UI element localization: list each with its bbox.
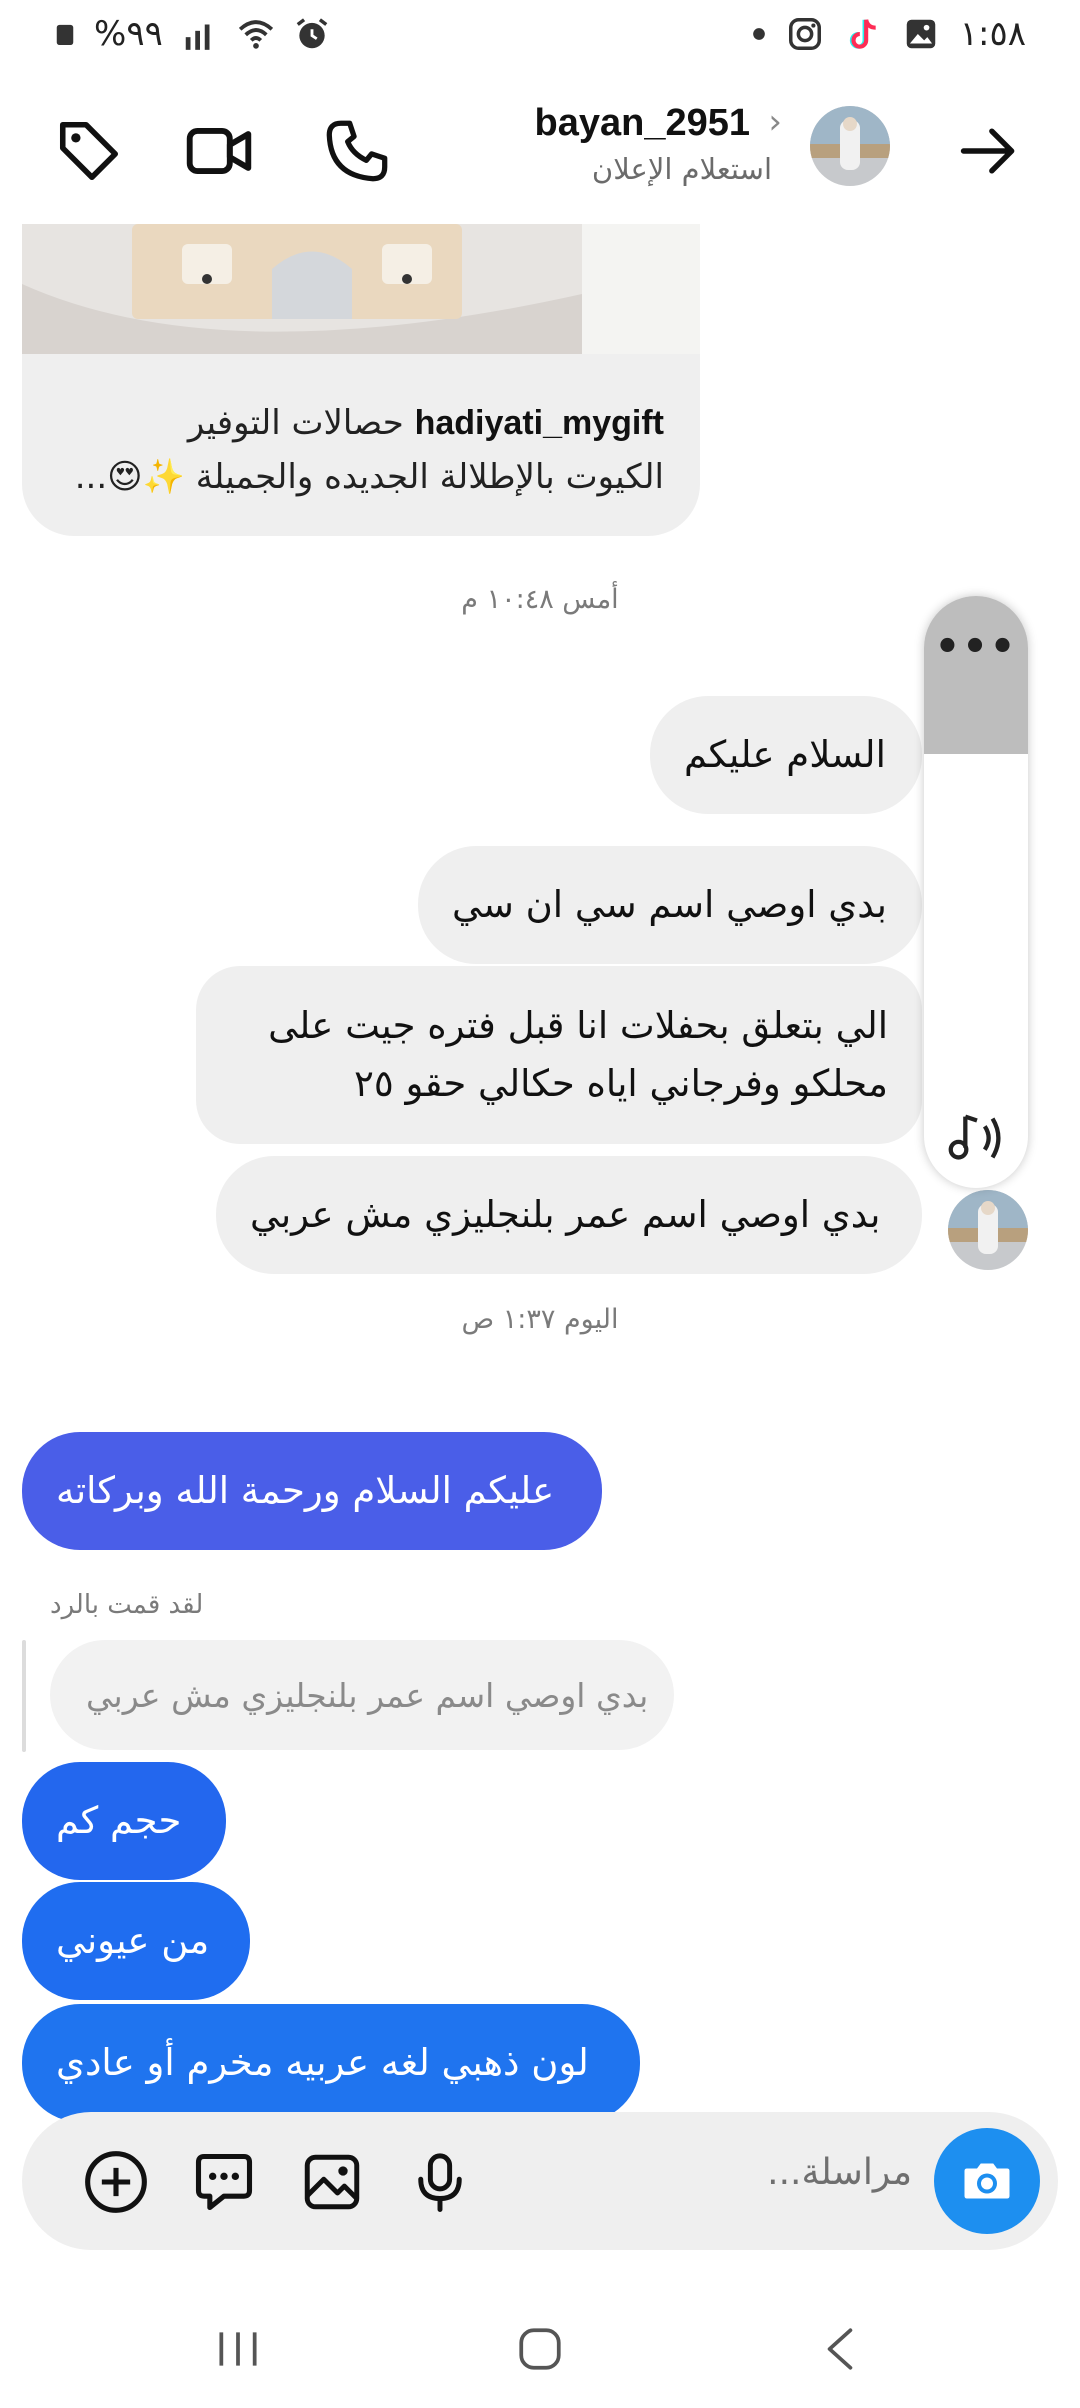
microphone-icon[interactable] bbox=[404, 2146, 476, 2218]
reply-quote[interactable]: بدي اوصي اسم عمر بلنجليزي مش عربي bbox=[50, 1640, 674, 1750]
message-bubble-in[interactable]: السلام عليكم bbox=[650, 696, 922, 814]
alarm-icon bbox=[296, 18, 328, 49]
microphone-icon-svg bbox=[418, 2153, 462, 2212]
phone-call-icon-svg bbox=[326, 120, 388, 182]
panel-header[interactable]: ••• bbox=[924, 596, 1028, 754]
chat-username[interactable]: bayan_2951 bbox=[535, 102, 751, 145]
post-caption-line1: hadiyati_mygift حصالات التوفير bbox=[44, 396, 664, 450]
add-icon-svg bbox=[85, 2151, 147, 2213]
recent-apps-icon[interactable] bbox=[198, 2314, 278, 2384]
message-bubble-out[interactable]: من عيوني bbox=[22, 1882, 250, 2000]
notification-dot-icon bbox=[752, 28, 765, 40]
wifi-icon bbox=[238, 20, 273, 49]
back-icon-svg bbox=[827, 2328, 853, 2370]
clock: ١:٥٨ bbox=[959, 14, 1026, 54]
post-caption-first: حصالات التوفير bbox=[187, 403, 404, 443]
post-account[interactable]: hadiyati_mygift bbox=[415, 404, 664, 442]
home-icon[interactable] bbox=[500, 2314, 580, 2384]
sticker-chat-icon[interactable] bbox=[188, 2146, 260, 2218]
gallery-icon bbox=[906, 19, 935, 49]
message-bubble-out[interactable]: لون ذهبي لغه عربيه مخرم أو عادي bbox=[22, 2004, 640, 2122]
gallery-icon-svg bbox=[304, 2154, 360, 2210]
floating-side-panel[interactable]: ••• bbox=[924, 596, 1028, 1188]
status-left: %٩٩ bbox=[54, 14, 331, 54]
battery-icon bbox=[56, 24, 74, 45]
add-icon[interactable] bbox=[80, 2146, 152, 2218]
message-bubble-out[interactable]: حجم كم bbox=[22, 1762, 226, 1880]
message-bubble-in[interactable]: بدي اوصي اسم عمر بلنجليزي مش عربي bbox=[216, 1156, 922, 1274]
tiktok-icon bbox=[849, 19, 876, 49]
chat-subtitle: استعلام الإعلان bbox=[591, 152, 772, 186]
post-caption-line2: الكيوت بالإطلالة الجديده والجميلة ✨😍... bbox=[74, 457, 664, 497]
message-composer: مراسلة... bbox=[22, 2112, 1058, 2250]
sender-avatar[interactable] bbox=[948, 1190, 1028, 1270]
post-image bbox=[22, 224, 700, 354]
reply-divider bbox=[22, 1640, 26, 1752]
timestamp: أمس ١٠:٤٨ م bbox=[461, 584, 619, 615]
sound-music-icon[interactable] bbox=[942, 1108, 1012, 1168]
status-right: ١:٥٨ bbox=[752, 14, 1026, 54]
avatar-image bbox=[810, 106, 890, 186]
camera-button[interactable] bbox=[934, 2128, 1040, 2234]
avatar[interactable] bbox=[810, 106, 890, 186]
battery-percent: %٩٩ bbox=[94, 14, 163, 54]
tag-icon[interactable] bbox=[44, 106, 134, 196]
timestamp: اليوم ١:٣٧ ص bbox=[461, 1304, 619, 1335]
message-bubble-in[interactable]: بدي اوصي اسم سي ان سي bbox=[418, 846, 922, 964]
back-arrow-icon[interactable] bbox=[944, 106, 1034, 196]
shared-post-card[interactable]: hadiyati_mygift حصالات التوفير الكيوت با… bbox=[22, 224, 700, 536]
gallery-icon[interactable] bbox=[296, 2146, 368, 2218]
phone-call-icon[interactable] bbox=[312, 106, 402, 196]
sticker-chat-icon-svg bbox=[195, 2153, 253, 2211]
tag-icon-svg bbox=[59, 121, 119, 181]
instagram-icon bbox=[788, 18, 821, 50]
system-navigation-bar bbox=[0, 2290, 1080, 2408]
signal-icon bbox=[185, 24, 210, 50]
back-arrow-icon-svg bbox=[960, 128, 1015, 174]
status-bar: %٩٩ ١:٥٨ bbox=[0, 0, 1080, 72]
message-bubble-out[interactable]: عليكم السلام ورحمة الله وبركاته bbox=[22, 1432, 602, 1550]
chat-header: bayan_2951 › استعلام الإعلان bbox=[0, 84, 1080, 220]
more-options-icon[interactable]: ••• bbox=[924, 624, 1028, 670]
sender-avatar-image bbox=[948, 1190, 1028, 1270]
home-icon-svg bbox=[519, 2328, 561, 2370]
post-caption: hadiyati_mygift حصالات التوفير الكيوت با… bbox=[44, 396, 664, 504]
message-bubble-in[interactable]: الي بتعلق بحفلات انا قبل فتره جيت على مح… bbox=[196, 966, 922, 1144]
message-input[interactable]: مراسلة... bbox=[767, 2152, 912, 2193]
video-call-icon[interactable] bbox=[174, 106, 264, 196]
video-call-icon-svg bbox=[186, 128, 252, 174]
camera-icon bbox=[964, 2163, 1010, 2199]
recent-apps-icon-svg bbox=[219, 2332, 257, 2366]
back-icon[interactable] bbox=[800, 2314, 880, 2384]
chevron-right-icon[interactable]: › bbox=[768, 102, 782, 142]
reply-label: لقد قمت بالرد bbox=[50, 1590, 204, 1620]
